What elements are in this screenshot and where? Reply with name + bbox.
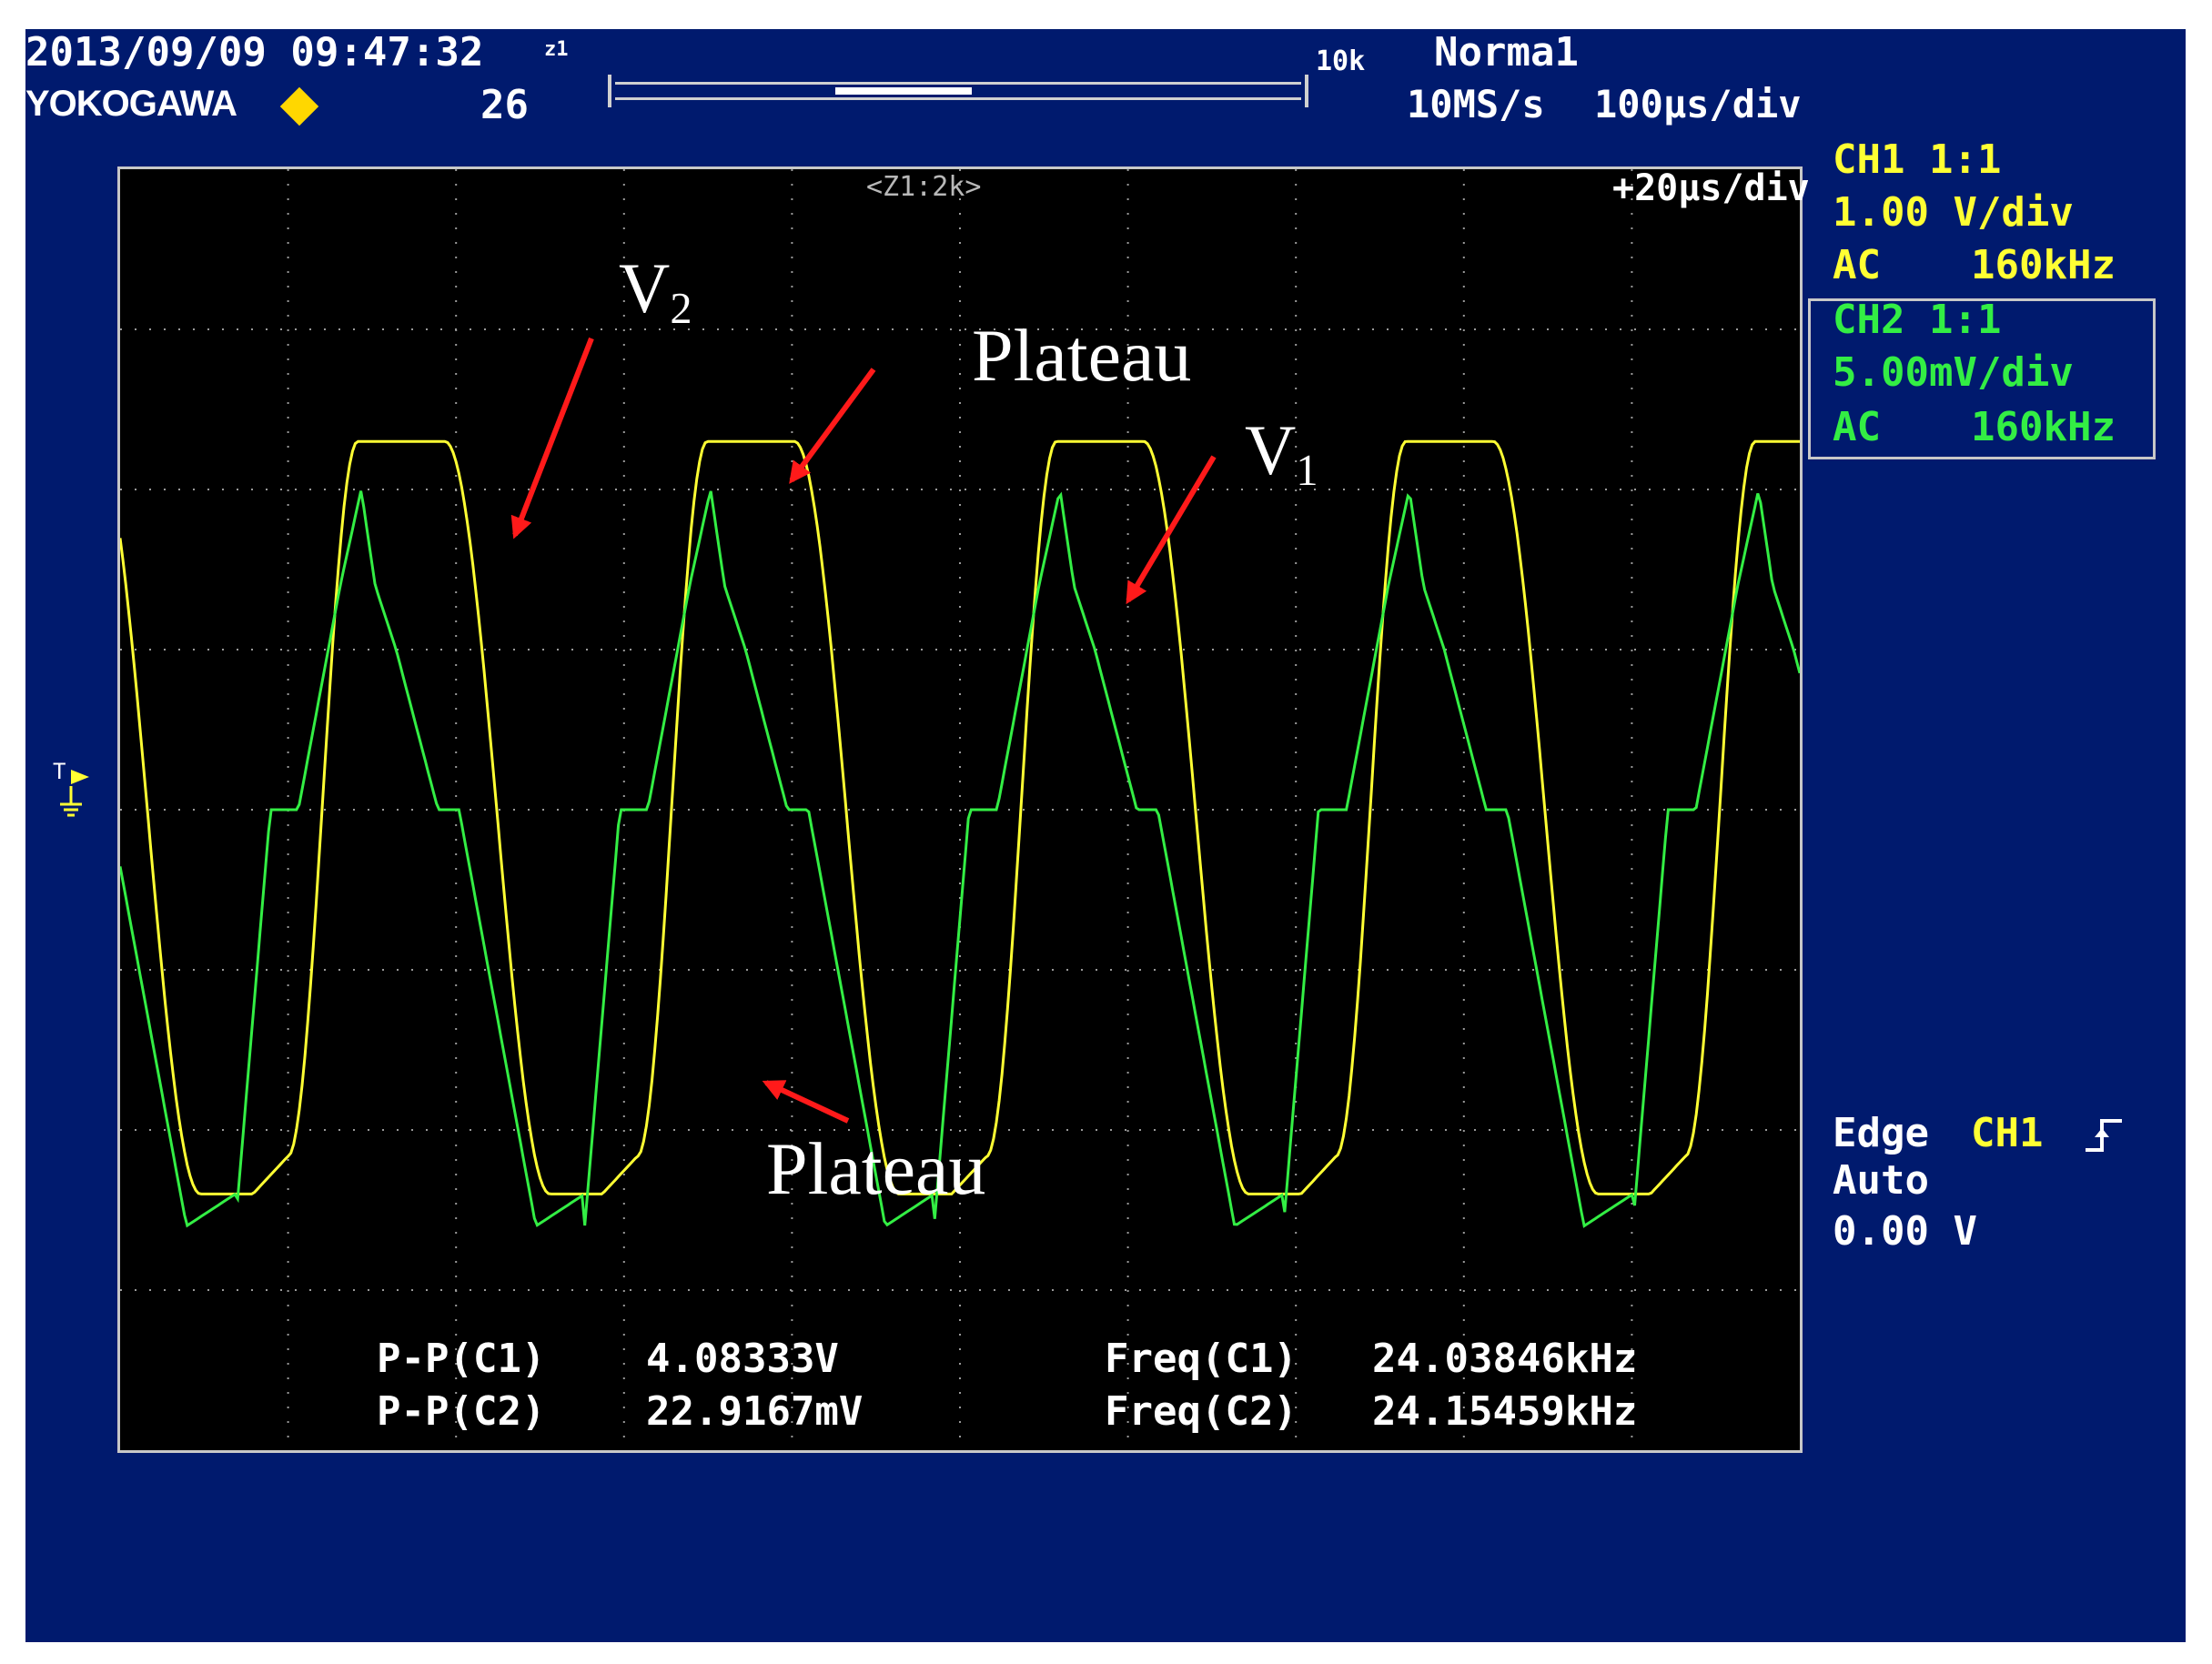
zoom-timebase: +20μs/div xyxy=(1612,167,1810,209)
rising-edge-icon xyxy=(2086,1119,2122,1152)
datetime-readout: 2013/09/09 09:47:32 xyxy=(25,29,484,76)
ch1-trace xyxy=(120,439,1800,1195)
zoom-window-indicator[interactable] xyxy=(835,87,972,95)
label-v1: V1 xyxy=(1245,410,1318,496)
timebase: 100μs/div xyxy=(1594,82,1802,126)
ch1-coupling: AC xyxy=(1833,242,1881,288)
svg-text:T: T xyxy=(53,759,66,784)
measure-label-freq-c1: Freq(C1) xyxy=(1105,1336,1298,1382)
trigger-mode-auto: Auto xyxy=(1833,1157,1929,1204)
ch1-bandwidth: 160kHz xyxy=(1971,242,2116,288)
ch2-scale: 5.00mV/div xyxy=(1833,349,2074,396)
trigger-mode: Norma1 xyxy=(1434,29,1579,76)
measure-label-pp-c2: P-P(C2) xyxy=(377,1388,546,1435)
zoom-position-bar[interactable] xyxy=(608,75,1308,107)
measure-value-freq-c2: 24.15459kHz xyxy=(1372,1388,1638,1435)
measure-label-freq-c2: Freq(C2) xyxy=(1105,1388,1298,1435)
graticule-grid xyxy=(120,169,1800,1450)
acquisition-count: 26 xyxy=(480,82,529,128)
ch2-bandwidth: 160kHz xyxy=(1971,404,2116,450)
label-plateau-top: Plateau xyxy=(972,314,1192,397)
ch2-name: CH2 1:1 xyxy=(1833,297,2002,343)
label-plateau-bottom: Plateau xyxy=(766,1127,986,1210)
waveform-display[interactable]: <Z1:2k> +20μs/div P-P(C1) 4.08333V P-P(C… xyxy=(117,166,1810,1453)
trigger-level: 0.00 V xyxy=(1833,1208,1977,1255)
label-v2: V2 xyxy=(619,248,692,334)
trigger-source: CH1 xyxy=(1971,1110,2044,1156)
measure-label-pp-c1: P-P(C1) xyxy=(377,1336,546,1382)
sample-rate: 10MS/s xyxy=(1407,82,1545,126)
trigger-type: Edge xyxy=(1833,1110,1929,1156)
measure-value-pp-c1: 4.08333V xyxy=(646,1336,839,1382)
waveform-plot xyxy=(120,169,1800,1450)
zoom-marker: z1 xyxy=(544,38,569,61)
ch1-name: CH1 1:1 xyxy=(1833,136,2002,183)
record-length: 10k xyxy=(1316,45,1366,77)
brand-diamond-icon xyxy=(279,86,319,126)
ground-marker-icon: T xyxy=(53,759,89,817)
zoom-label: <Z1:2k> xyxy=(866,171,982,203)
ch2-coupling: AC xyxy=(1833,404,1881,450)
ch1-scale: 1.00 V/div xyxy=(1833,189,2074,236)
measure-value-freq-c1: 24.03846kHz xyxy=(1372,1336,1638,1382)
brand-logo: YOKOGAWA xyxy=(25,84,237,124)
oscilloscope-screen: 2013/09/09 09:47:32 z1 10k Norma1 YOKOGA… xyxy=(25,29,2186,1642)
measure-value-pp-c2: 22.9167mV xyxy=(646,1388,864,1435)
